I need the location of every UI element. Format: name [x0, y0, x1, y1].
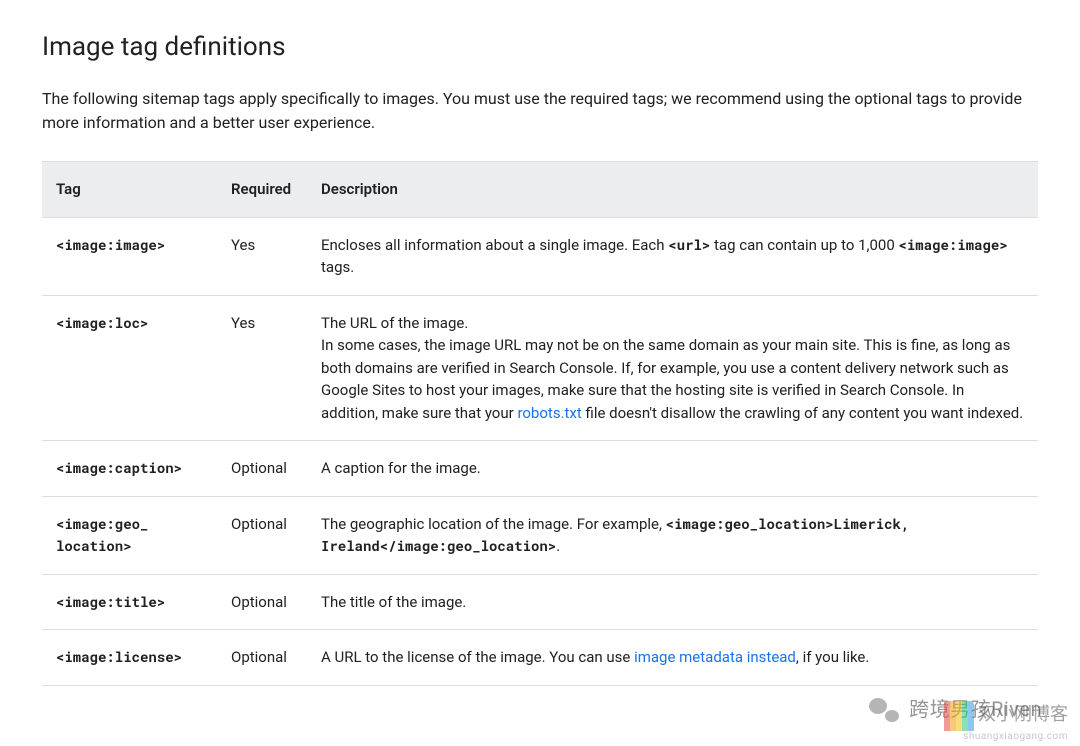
wechat-icon	[869, 696, 899, 722]
tag-code: <image:image>	[56, 235, 165, 254]
desc-text: Encloses all information about a single …	[321, 236, 668, 254]
col-description: Description	[307, 162, 1038, 218]
intro-paragraph: The following sitemap tags apply specifi…	[42, 87, 1038, 135]
inline-code: <url>	[668, 235, 710, 254]
desc-text: .	[556, 537, 560, 555]
description-cell: The title of the image.	[307, 574, 1038, 630]
description-cell: Encloses all information about a single …	[307, 217, 1038, 295]
tag-cell: <image:geo_location>	[42, 496, 217, 574]
desc-text: , if you like.	[796, 648, 869, 666]
table-header-row: Tag Required Description	[42, 162, 1038, 218]
tag-cell: <image:loc>	[42, 295, 217, 441]
required-cell: Optional	[217, 574, 307, 630]
tag-cell: <image:license>	[42, 630, 217, 686]
tag-code: <image:license>	[56, 647, 182, 666]
table-row: <image:title> Optional The title of the …	[42, 574, 1038, 630]
robots-txt-link[interactable]: robots.txt	[517, 404, 581, 422]
page-heading: Image tag definitions	[42, 28, 1038, 67]
col-tag: Tag	[42, 162, 217, 218]
watermark-blog-sub: shuangxiaogang.com	[944, 729, 1068, 744]
desc-text: The URL of the image.	[321, 314, 468, 332]
desc-text: tag can contain up to 1,000	[710, 236, 898, 254]
table-row: <image:loc> Yes The URL of the image. In…	[42, 295, 1038, 441]
required-cell: Optional	[217, 441, 307, 497]
table-row: <image:caption> Optional A caption for t…	[42, 441, 1038, 497]
desc-text: tags.	[321, 258, 354, 276]
watermark-wechat: 跨境男孩Riven	[869, 694, 1042, 724]
tag-cell: <image:image>	[42, 217, 217, 295]
table-row: <image:image> Yes Encloses all informati…	[42, 217, 1038, 295]
required-cell: Yes	[217, 217, 307, 295]
description-cell: A caption for the image.	[307, 441, 1038, 497]
tag-code: <image:caption>	[56, 458, 182, 477]
col-required: Required	[217, 162, 307, 218]
table-row: <image:geo_location> Optional The geogra…	[42, 496, 1038, 574]
image-metadata-link[interactable]: image metadata instead	[634, 648, 796, 666]
table-row: <image:license> Optional A URL to the li…	[42, 630, 1038, 686]
required-cell: Yes	[217, 295, 307, 441]
description-cell: The URL of the image. In some cases, the…	[307, 295, 1038, 441]
tag-cell: <image:caption>	[42, 441, 217, 497]
watermark-text: 跨境男孩Riven	[909, 694, 1042, 724]
required-cell: Optional	[217, 630, 307, 686]
definitions-table: Tag Required Description <image:image> Y…	[42, 161, 1038, 686]
tag-code: <image:loc>	[56, 313, 148, 332]
required-cell: Optional	[217, 496, 307, 574]
tag-cell: <image:title>	[42, 574, 217, 630]
description-cell: A URL to the license of the image. You c…	[307, 630, 1038, 686]
tag-code: <image:title>	[56, 592, 165, 611]
desc-text: The geographic location of the image. Fo…	[321, 515, 666, 533]
desc-text: file doesn't disallow the crawling of an…	[582, 404, 1023, 422]
description-cell: The geographic location of the image. Fo…	[307, 496, 1038, 574]
desc-text: A URL to the license of the image. You c…	[321, 648, 634, 666]
inline-code: <image:image>	[899, 235, 1008, 254]
tag-code: <image:geo_location>	[56, 514, 148, 556]
